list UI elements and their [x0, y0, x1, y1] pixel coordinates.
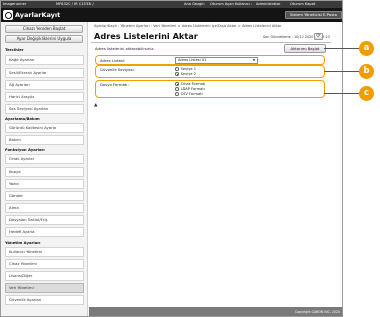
security-level-2-label: Seviye 2 — [180, 72, 196, 76]
home-link[interactable]: Ana Gezgin — [184, 1, 205, 8]
callout-b: b — [359, 64, 374, 79]
breadcrumb[interactable]: Ayarlar/Kayıt : Yönetim Ayarları : Veri … — [94, 24, 282, 28]
logged-in-label: Oturum Açan Kullanıcı : — [210, 2, 253, 6]
browser-window: Imagerunner MF832C / IR C1533i / Ana Gez… — [0, 0, 343, 317]
sidebar-item-data-management[interactable]: Veri Yönetimi — [5, 283, 84, 293]
copyright-text: Copyright CANON INC. 2020 — [295, 310, 340, 314]
sidebar-item-copy[interactable]: Kopya — [5, 167, 84, 177]
sidebar-item-store-access-files[interactable]: Dosyalan Saklaİ/Eriş — [5, 215, 84, 225]
sidebar-item-maintenance[interactable]: Bakım — [5, 135, 84, 145]
sidebar-item-device-management[interactable]: Cihaz Yönetimi — [5, 259, 84, 269]
format-device-label: Cihaz Formatı — [180, 82, 206, 86]
settings-logo-icon — [3, 10, 13, 20]
sidebar-item-paper-settings[interactable]: Kağıt Ayarları — [5, 55, 84, 65]
format-ldap-radio[interactable] — [175, 87, 179, 91]
page-title: Adres Listelerini Aktar — [94, 31, 198, 41]
sidebar-item-user-management[interactable]: Kullanıcı Yönetimi — [5, 247, 84, 257]
format-csv-label: CSV Formatı — [180, 92, 203, 96]
format-ldap-label: LDAP Formatı — [180, 87, 205, 91]
format-device-radio[interactable] — [175, 82, 179, 86]
start-export-button[interactable]: Aktarımı Başlat — [284, 44, 326, 53]
address-list-value: Adres Listesi 01 — [178, 58, 207, 62]
app-title: AyarlarKayıt — [15, 11, 61, 19]
format-device-option[interactable]: Cihaz Formatı — [175, 82, 205, 86]
address-list-label: Adres Listesi: — [100, 58, 126, 63]
restart-device-button[interactable]: Cihazı Yeniden Başlat — [5, 25, 83, 33]
sidebar-item-common[interactable]: Ortak Ayarlar — [5, 154, 84, 164]
address-list-select[interactable]: Adres Listesi 01 ▼ — [175, 57, 258, 64]
sidebar-item-receive[interactable]: Alma — [5, 203, 84, 213]
system-manager-mail-button[interactable]: Sistem Yöneticisi E-Posta — [284, 11, 342, 19]
callout-c: c — [359, 86, 374, 101]
title-divider — [91, 42, 331, 43]
format-csv-radio[interactable] — [175, 92, 179, 96]
file-format-label: Dosya Formatı: — [100, 82, 129, 87]
security-level-1-label: Seviye 1 — [180, 67, 196, 71]
sidebar: Cihazı Yeniden Başlat Ayar Değişiklikler… — [1, 22, 88, 316]
format-csv-option[interactable]: CSV Formatı — [175, 92, 203, 96]
device-model: MF832C / IR C1533i / — [56, 2, 94, 6]
sidebar-item-send[interactable]: Gönder — [5, 191, 84, 201]
security-level-1-radio[interactable] — [175, 67, 179, 71]
callout-b-line — [324, 71, 360, 72]
sidebar-item-security-settings[interactable]: Güvenlik Ayarları — [5, 295, 84, 305]
instruction-text: Adres listelerini aktarabilirsiniz. — [95, 46, 155, 51]
logged-in-user: Administrator — [256, 2, 281, 6]
device-name: Imagerunner — [3, 2, 27, 6]
app-header: AyarlarKayıt Sistem Yöneticisi E-Posta — [1, 8, 342, 22]
sidebar-item-set-destination[interactable]: Hedefi Ayarla — [5, 227, 84, 237]
device-info-bar: Imagerunner MF832C / IR C1533i / Ana Gez… — [1, 1, 342, 8]
format-ldap-option[interactable]: LDAP Formatı — [175, 87, 205, 91]
section-management-settings: Yönetim Ayarları — [5, 240, 41, 245]
section-function-settings: Fonksiyon Ayarları — [5, 147, 45, 152]
footer: Copyright CANON INC. 2020 — [89, 307, 342, 316]
logout-link[interactable]: Oturum Kapat — [290, 1, 315, 8]
sidebar-item-volume[interactable]: Ses Seviyesi Ayarları — [5, 104, 84, 114]
sidebar-item-display-settings[interactable]: Sesli/Ekranlı Ayarlar — [5, 68, 84, 78]
security-level-label: Güvenlik Seviyesi: — [100, 67, 135, 72]
apply-settings-button[interactable]: Ayar Değişikliklerini Uygula — [5, 35, 83, 43]
callout-a-line — [324, 48, 360, 49]
highlight-box-c — [95, 80, 325, 98]
sidebar-item-image-quality[interactable]: Görüntü Kalitesini Ayarla — [5, 123, 84, 133]
security-level-2-radio[interactable] — [175, 72, 179, 76]
callout-c-line — [324, 93, 360, 94]
back-to-top-icon[interactable]: ▲ — [94, 103, 97, 108]
security-level-1-option[interactable]: Seviye 1 — [175, 67, 196, 71]
sidebar-item-external-interface[interactable]: Harici Arayüz — [5, 92, 84, 102]
refresh-icon[interactable]: ⟳ — [314, 33, 323, 40]
section-adjustment: Ayarlama/Bakım — [5, 116, 40, 121]
sidebar-item-printer[interactable]: Yazıcı — [5, 179, 84, 189]
security-level-2-option[interactable]: Seviye 2 — [175, 72, 196, 76]
sidebar-item-license-other[interactable]: Lisans/Diğer — [5, 271, 84, 281]
sidebar-item-network[interactable]: Ağ Ayarları — [5, 80, 84, 90]
chevron-down-icon: ▼ — [252, 58, 255, 62]
callout-a: a — [359, 41, 374, 56]
section-preferences: Tercihler — [5, 47, 24, 52]
